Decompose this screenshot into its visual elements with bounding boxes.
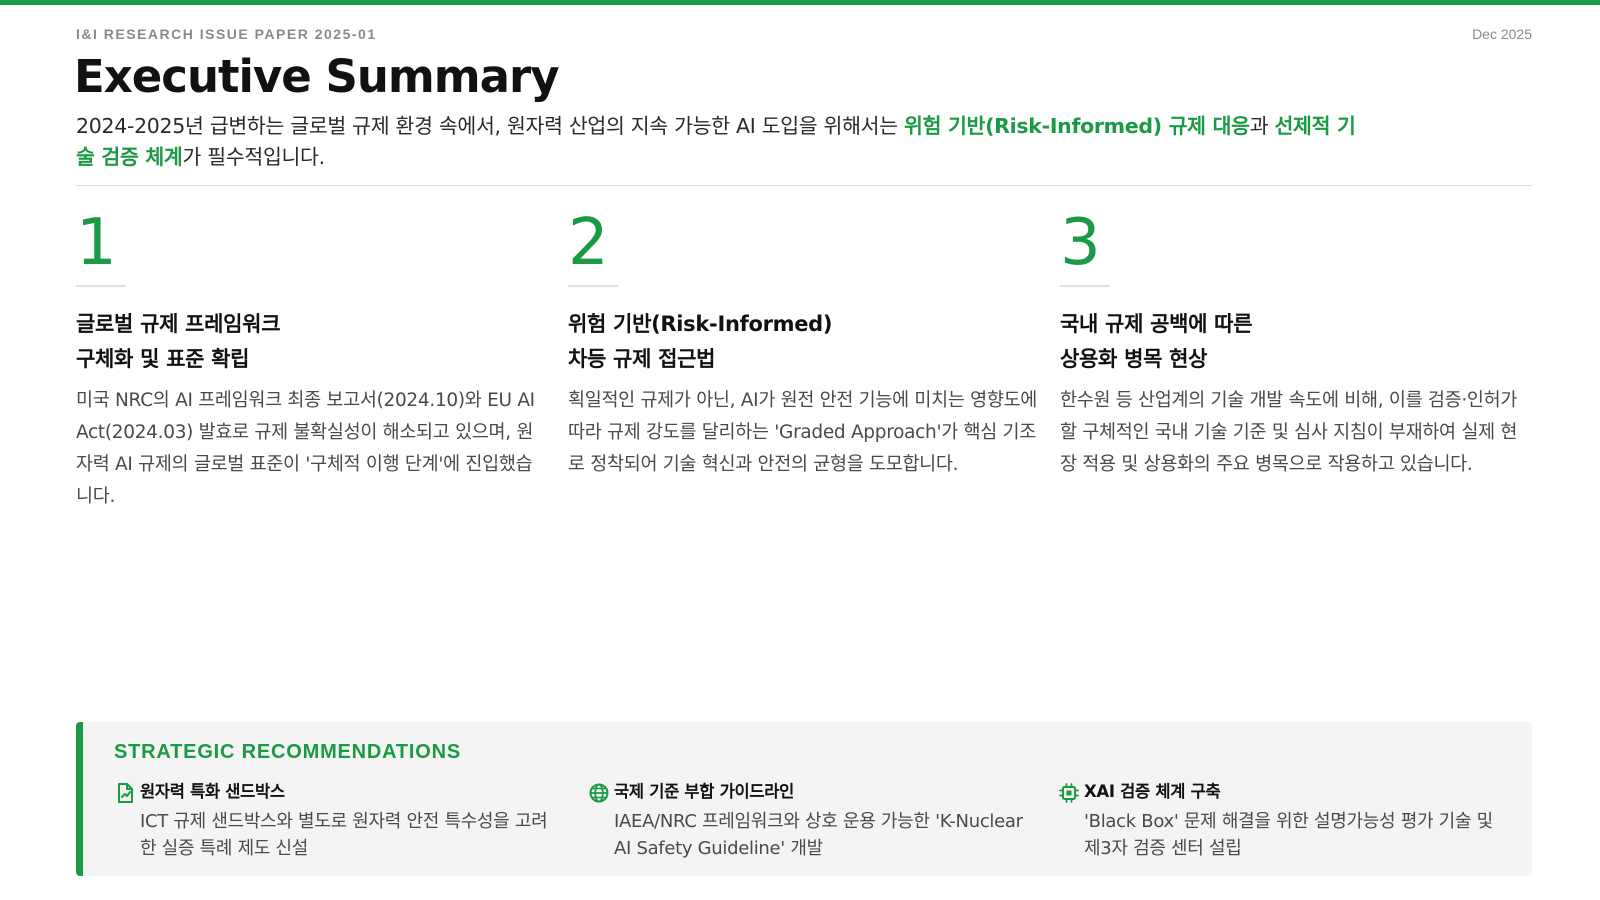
finding-number-rule bbox=[76, 285, 126, 287]
finding-number-rule bbox=[1060, 285, 1110, 287]
summary-part-3: 가 필수적입니다. bbox=[182, 145, 325, 169]
finding-heading-line-1: 국내 규제 공백에 따른 bbox=[1060, 312, 1253, 336]
finding-column-2: 2 위험 기반(Risk-Informed) 차등 규제 접근법 획일적인 규제… bbox=[568, 205, 1038, 481]
finding-heading-line-2: 상용화 병목 현상 bbox=[1060, 347, 1208, 371]
finding-column-3: 3 국내 규제 공백에 따른 상용화 병목 현상 한수원 등 산업계의 기술 개… bbox=[1060, 205, 1530, 481]
finding-heading-line-1: 위험 기반(Risk-Informed) bbox=[568, 312, 833, 336]
recommendation-body: 'Black Box' 문제 해결을 위한 설명가능성 평가 기술 및 제3자 … bbox=[1084, 811, 1493, 859]
finding-body: 미국 NRC의 AI 프레임워크 최종 보고서(2024.10)와 EU AI … bbox=[76, 390, 535, 507]
finding-heading: 국내 규제 공백에 따른 상용화 병목 현상 bbox=[1060, 307, 1530, 377]
recommendation-body: ICT 규제 샌드박스와 별도로 원자력 안전 특수성을 고려한 실증 특례 제… bbox=[140, 811, 548, 859]
chip-icon bbox=[1058, 782, 1080, 804]
finding-body: 한수원 등 산업계의 기술 개발 속도에 비해, 이를 검증·인허가할 구체적인… bbox=[1060, 390, 1518, 475]
finding-number-rule bbox=[568, 285, 618, 287]
summary-part-2: 과 bbox=[1249, 114, 1275, 138]
page-title: Executive Summary bbox=[74, 50, 560, 103]
finding-number: 3 bbox=[1060, 206, 1101, 280]
header-meta: I&I RESEARCH ISSUE PAPER 2025-01 Dec 202… bbox=[76, 26, 1532, 46]
recommendation-heading: XAI 검증 체계 구축 bbox=[1084, 782, 1221, 801]
finding-number: 2 bbox=[568, 206, 609, 280]
top-accent-bar bbox=[0, 0, 1600, 5]
recommendations-title: STRATEGIC RECOMMENDATIONS bbox=[114, 741, 462, 763]
summary-text: 2024-2025년 급변하는 글로벌 규제 환경 속에서, 원자력 산업의 지… bbox=[76, 111, 1366, 173]
finding-column-1: 1 글로벌 규제 프레임워크 구체화 및 표준 확립 미국 NRC의 AI 프레… bbox=[76, 205, 546, 513]
finding-heading-line-2: 구체화 및 표준 확립 bbox=[76, 347, 250, 371]
finding-heading-line-1: 글로벌 규제 프레임워크 bbox=[76, 312, 281, 336]
recommendations-panel: STRATEGIC RECOMMENDATIONS 원자력 특화 샌드박스 IC… bbox=[76, 722, 1532, 876]
finding-number: 1 bbox=[76, 206, 117, 280]
summary-part-1: 2024-2025년 급변하는 글로벌 규제 환경 속에서, 원자력 산업의 지… bbox=[76, 114, 905, 138]
summary-highlight-1: 위험 기반(Risk-Informed) 규제 대응 bbox=[904, 114, 1250, 138]
sandbox-document-icon bbox=[114, 782, 136, 804]
section-divider bbox=[76, 185, 1532, 186]
series-label: I&I RESEARCH ISSUE PAPER 2025-01 bbox=[76, 26, 377, 42]
recommendation-heading: 원자력 특화 샌드박스 bbox=[140, 782, 285, 801]
recommendations-accent-bar bbox=[76, 722, 83, 876]
publication-date: Dec 2025 bbox=[1472, 26, 1532, 42]
finding-heading: 글로벌 규제 프레임워크 구체화 및 표준 확립 bbox=[76, 307, 546, 377]
finding-body: 획일적인 규제가 아닌, AI가 원전 안전 기능에 미치는 영향도에 따라 규… bbox=[568, 390, 1038, 475]
globe-icon bbox=[588, 782, 610, 804]
recommendation-heading: 국제 기준 부합 가이드라인 bbox=[614, 782, 795, 801]
finding-heading: 위험 기반(Risk-Informed) 차등 규제 접근법 bbox=[568, 307, 1038, 377]
finding-heading-line-2: 차등 규제 접근법 bbox=[568, 347, 716, 371]
recommendation-body: IAEA/NRC 프레임워크와 상호 운용 가능한 'K-Nuclear AI … bbox=[614, 811, 1023, 859]
